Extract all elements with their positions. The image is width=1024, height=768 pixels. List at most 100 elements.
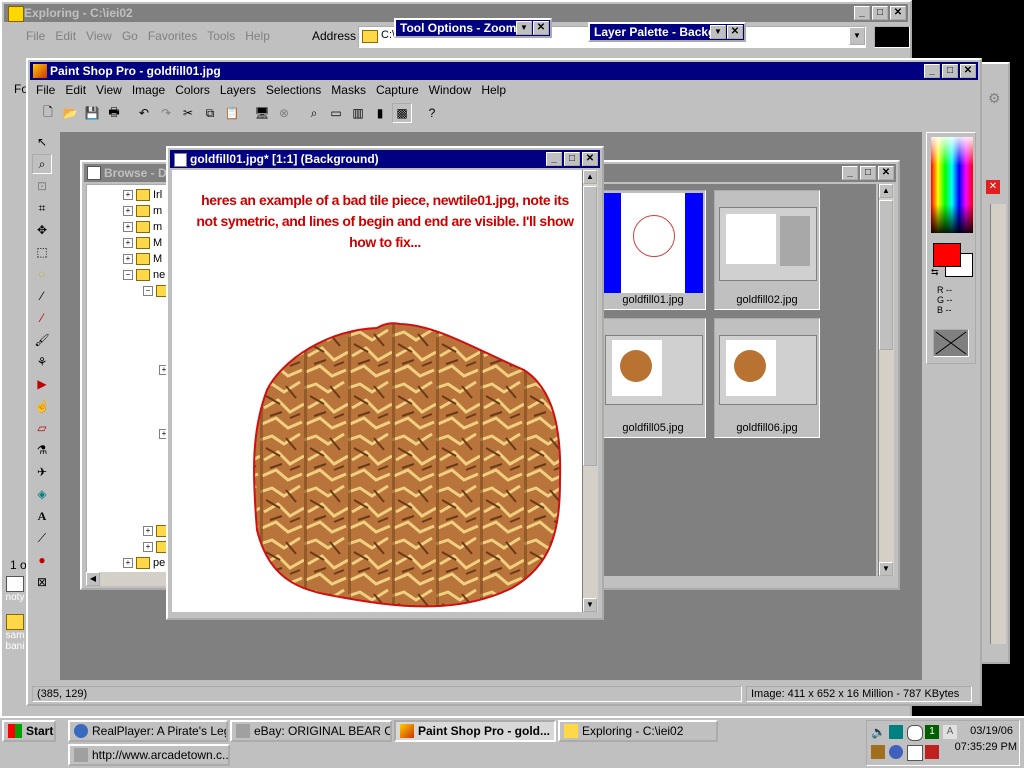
taskbar-arcadetown[interactable]: http://www.arcadetown.c... — [68, 744, 230, 766]
histogram-icon[interactable]: ▮ — [370, 103, 390, 123]
tree-item[interactable]: + M — [123, 253, 162, 265]
psp-window[interactable]: Paint Shop Pro - goldfill01.jpg _ □ ✕ Fi… — [26, 58, 982, 706]
thumbnail-goldfill06[interactable]: goldfill06.jpg — [714, 318, 820, 438]
color-spectrum[interactable] — [931, 137, 973, 233]
desktop-icon-noty[interactable]: noty — [4, 576, 26, 603]
menu-layers[interactable]: Layers — [220, 83, 256, 97]
foreground-color-swatch[interactable] — [933, 243, 961, 267]
airbrush-tool-icon[interactable]: ✈ — [32, 462, 52, 482]
scroll-up-icon[interactable]: ▲ — [583, 170, 597, 184]
expand-icon[interactable]: + — [123, 254, 133, 264]
preset-shapes-icon[interactable]: ● — [32, 550, 52, 570]
scroll-thumb[interactable] — [583, 186, 597, 466]
dropper-tool-icon[interactable]: ⁄ — [32, 308, 52, 328]
menu-colors[interactable]: Colors — [175, 83, 210, 97]
mover-tool-icon[interactable]: ✥ — [32, 220, 52, 240]
network-icon[interactable] — [889, 725, 903, 739]
tray-icon[interactable] — [925, 745, 939, 759]
scroll-thumb[interactable] — [879, 200, 893, 350]
menu-selections[interactable]: Selections — [266, 83, 321, 97]
menu-window[interactable]: Window — [429, 83, 472, 97]
color-palette-icon[interactable]: ▥ — [348, 103, 368, 123]
menu-file[interactable]: File — [36, 83, 55, 97]
start-button[interactable]: Start — [2, 720, 56, 742]
desktop-icon-sam[interactable]: sam bani — [4, 614, 26, 652]
scrollbar[interactable] — [990, 204, 1006, 644]
taskbar-realplayer[interactable]: RealPlayer: A Pirate's Leg... — [68, 720, 228, 742]
image-titlebar[interactable]: goldfill01.jpg* [1:1] (Background) — [170, 150, 600, 168]
minimize-button[interactable]: _ — [546, 152, 562, 166]
tree-item[interactable]: + m — [123, 205, 162, 217]
maximize-button[interactable]: □ — [942, 64, 958, 78]
tree-item[interactable]: + m — [123, 221, 162, 233]
fullscreen-preview-icon[interactable]: 🖥 — [252, 103, 272, 123]
tool-options-palette[interactable]: Tool Options - Zoom ▼ ✕ — [394, 18, 552, 38]
image-scrollbar[interactable]: ▲ ▼ — [582, 170, 598, 612]
palette-menu-button[interactable]: ▼ — [516, 21, 532, 35]
tree-item[interactable]: + M — [123, 237, 162, 249]
tray-icon[interactable] — [871, 745, 885, 759]
tray-icon[interactable] — [889, 745, 903, 759]
palette-menu-button[interactable]: ▼ — [710, 25, 726, 39]
thumbnail-goldfill02[interactable]: goldfill02.jpg — [714, 190, 820, 310]
menu-edit[interactable]: Edit — [65, 83, 86, 97]
save-icon[interactable]: 💾 — [82, 103, 102, 123]
background-window-right[interactable]: ⚙ ✕ — [980, 62, 1010, 664]
tree-item[interactable]: + Irl — [123, 189, 162, 201]
selection-tool-icon[interactable]: ⬚ — [32, 242, 52, 262]
menu-favorites[interactable]: Favorites — [148, 29, 197, 43]
close-button[interactable]: ✕ — [533, 21, 549, 35]
undo-icon[interactable]: ↶ — [134, 103, 154, 123]
font-icon[interactable]: A — [943, 725, 957, 739]
color-replacer-icon[interactable]: ▶ — [32, 374, 52, 394]
info-icon[interactable]: 1 — [925, 725, 939, 739]
stop-icon[interactable]: ⊗ — [274, 103, 294, 123]
menu-file[interactable]: File — [26, 29, 45, 43]
object-selector-icon[interactable]: ⊠ — [32, 572, 52, 592]
swap-colors-icon[interactable]: ⇆ — [931, 267, 939, 278]
flood-fill-icon[interactable]: ◈ — [32, 484, 52, 504]
chevron-down-icon[interactable]: ▼ — [849, 27, 865, 45]
close-button[interactable]: ✕ — [878, 166, 894, 180]
picture-tube-icon[interactable]: ⚗ — [32, 440, 52, 460]
new-file-icon[interactable]: 🗋 — [38, 103, 58, 123]
clock-date[interactable]: 03/19/06 — [970, 725, 1013, 737]
expand-icon[interactable]: + — [123, 222, 133, 232]
scroll-down-icon[interactable]: ▼ — [879, 562, 893, 576]
text-tool-icon[interactable]: A — [32, 506, 52, 526]
open-folder-icon[interactable]: 📂 — [60, 103, 80, 123]
close-button[interactable]: ✕ — [960, 64, 976, 78]
thumbnail-goldfill05[interactable]: goldfill05.jpg — [600, 318, 706, 438]
scroll-down-icon[interactable]: ▼ — [583, 598, 597, 612]
expand-icon[interactable]: + — [123, 238, 133, 248]
taskbar-explorer[interactable]: Exploring - C:\iei02 — [558, 720, 718, 742]
volume-icon[interactable]: 🔈 — [871, 725, 886, 739]
menu-help[interactable]: Help — [481, 83, 506, 97]
close-icon[interactable]: ✕ — [986, 180, 1000, 194]
close-button[interactable]: ✕ — [727, 25, 743, 39]
retouch-tool-icon[interactable]: ☝ — [32, 396, 52, 416]
zoom-icon[interactable]: ⌕ — [304, 103, 324, 123]
menu-masks[interactable]: Masks — [331, 83, 366, 97]
eraser-tool-icon[interactable]: ▱ — [32, 418, 52, 438]
layer-palette[interactable]: Layer Palette - Backg ▼ ✕ — [588, 22, 746, 42]
mouse-icon[interactable] — [907, 725, 923, 741]
expand-icon[interactable]: + — [143, 526, 153, 536]
image-window[interactable]: goldfill01.jpg* [1:1] (Background) _ □ ✕… — [166, 146, 604, 620]
close-button[interactable]: ✕ — [890, 6, 906, 20]
toolbar-toggle-icon[interactable]: ▭ — [326, 103, 346, 123]
maximize-button[interactable]: □ — [564, 152, 580, 166]
menu-tools[interactable]: Tools — [207, 29, 235, 43]
context-help-icon[interactable]: ? — [422, 103, 442, 123]
tree-item[interactable]: + pe — [123, 557, 165, 569]
copy-icon[interactable]: ⧉ — [200, 103, 220, 123]
maximize-button[interactable]: □ — [872, 6, 888, 20]
arrow-tool-icon[interactable]: ↖ — [32, 132, 52, 152]
clock-time[interactable]: 07:35:29 PM — [955, 741, 1017, 753]
magic-wand-icon[interactable]: ⁄ — [32, 286, 52, 306]
close-button[interactable]: ✕ — [582, 152, 598, 166]
minimize-button[interactable]: _ — [842, 166, 858, 180]
tray-icon[interactable] — [907, 745, 923, 761]
menu-image[interactable]: Image — [132, 83, 165, 97]
expand-icon[interactable]: + — [123, 206, 133, 216]
